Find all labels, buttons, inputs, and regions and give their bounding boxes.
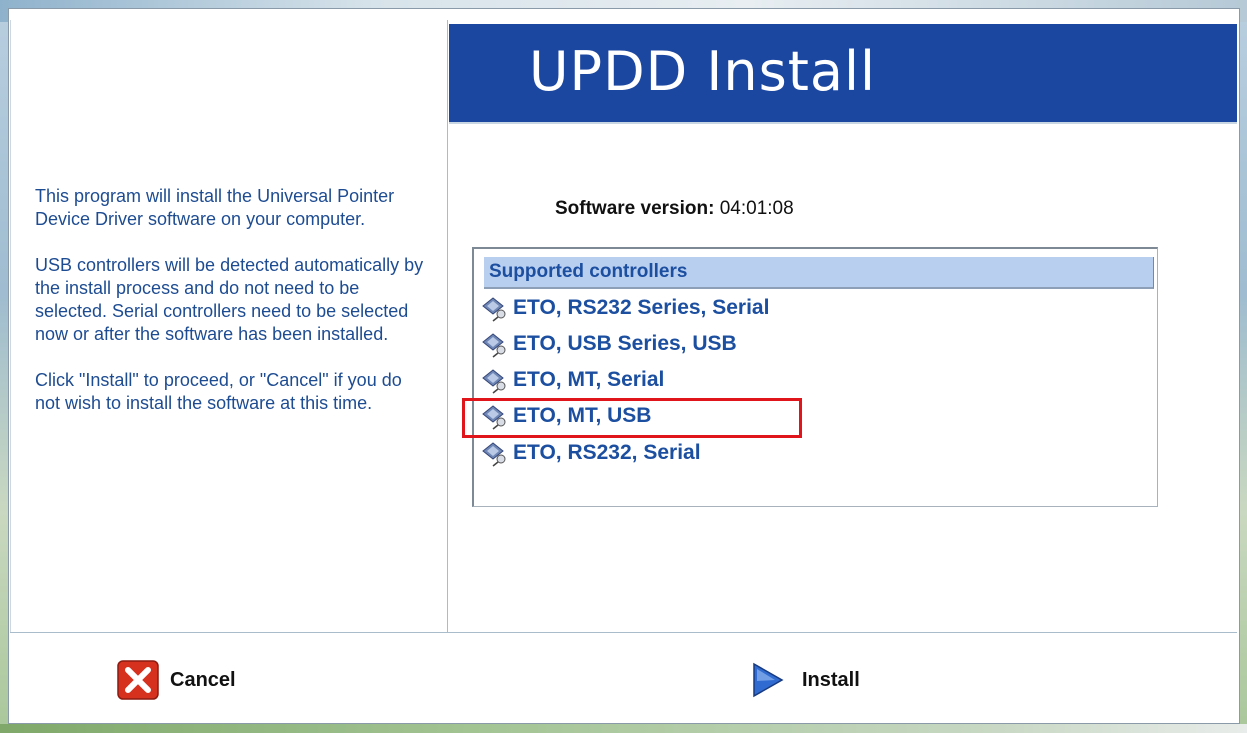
banner-separator (449, 122, 1237, 124)
controllers-list[interactable]: Supported controllers ETO, RS232 Series,… (472, 247, 1158, 507)
list-item[interactable]: ETO, RS232, Serial (479, 438, 701, 468)
footer-separator (10, 632, 1237, 633)
selection-highlight-box (462, 398, 802, 438)
software-version: Software version: 04:01:08 (555, 198, 794, 220)
list-item-label: ETO, RS232 Series, Serial (513, 296, 770, 319)
controllers-list-header[interactable]: Supported controllers (484, 257, 1154, 289)
play-arrow-icon (753, 662, 784, 698)
cancel-x-icon (117, 660, 159, 700)
intro-paragraph-3: Click "Install" to proceed, or "Cancel" … (35, 370, 402, 413)
install-button[interactable]: Install (750, 660, 860, 700)
install-button-label: Install (802, 668, 860, 691)
list-item[interactable]: ETO, RS232 Series, Serial (479, 293, 769, 323)
list-item[interactable]: ETO, USB Series, USB (479, 329, 737, 359)
software-version-label: Software version: (555, 198, 715, 219)
list-item[interactable]: ETO, MT, Serial (479, 365, 664, 395)
cancel-button-label: Cancel (170, 668, 236, 691)
intro-text: This program will install the Universal … (35, 185, 425, 438)
list-item-label: ETO, RS232, Serial (513, 441, 701, 464)
intro-paragraph-1: This program will install the Universal … (35, 186, 395, 229)
intro-paragraph-2: USB controllers will be detected automat… (35, 255, 424, 344)
cancel-button[interactable]: Cancel (116, 660, 236, 700)
window-title: UPDD Install (529, 40, 876, 103)
list-item-label: ETO, MT, Serial (513, 368, 665, 391)
controller-plug-icon (482, 297, 506, 323)
left-pane-border (10, 20, 11, 632)
background-desktop-bottom (0, 724, 1247, 733)
list-item-label: ETO, USB Series, USB (513, 332, 737, 355)
controller-plug-icon (482, 442, 506, 468)
controller-plug-icon (482, 333, 506, 359)
controller-plug-icon (482, 369, 506, 395)
software-version-value: 04:01:08 (719, 198, 794, 219)
pane-divider (447, 20, 448, 632)
title-banner: UPDD Install (449, 24, 1237, 122)
